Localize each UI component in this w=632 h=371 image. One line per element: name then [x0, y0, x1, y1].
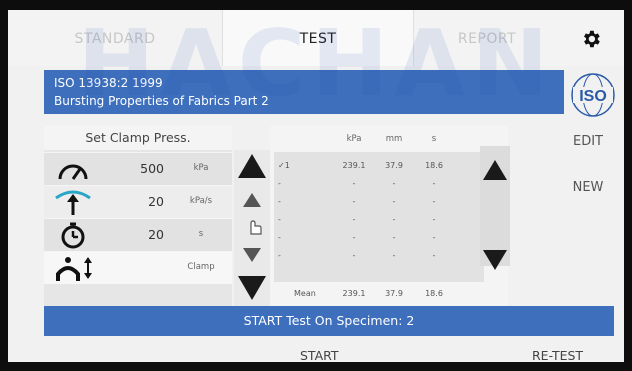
iso-logo: ISO: [571, 73, 615, 117]
adjust-arrows: [234, 150, 274, 306]
table-row[interactable]: - - - -: [274, 230, 484, 248]
clamp-icon: [56, 257, 92, 281]
table-row[interactable]: - - - -: [274, 194, 484, 212]
pressure-value[interactable]: 500: [114, 161, 164, 176]
standard-title-bar: ISO 13938:2 1999 Bursting Properties of …: [44, 70, 564, 114]
time-unit: s: [198, 229, 204, 239]
hand-pointer-icon[interactable]: [244, 216, 264, 236]
table-row[interactable]: - - - -: [274, 212, 484, 230]
col-header-s: s: [431, 134, 437, 144]
tab-test[interactable]: TEST: [222, 10, 414, 66]
param-row-clamp[interactable]: Clamp: [44, 251, 232, 284]
gauge-icon: [58, 164, 88, 180]
pressure-rate-icon: [55, 190, 91, 215]
new-button[interactable]: NEW: [556, 180, 620, 195]
table-row[interactable]: - - - -: [274, 248, 484, 266]
device-screen: STANDARD TEST REPORT ISO 13938:2 1999 Bu…: [8, 10, 624, 362]
rate-value[interactable]: 20: [114, 194, 164, 209]
tab-standard[interactable]: STANDARD: [8, 10, 222, 66]
gear-icon[interactable]: [580, 28, 602, 50]
param-row-pressure: 500 kPa: [44, 152, 232, 185]
col-header-mm: mm: [385, 134, 403, 144]
standard-code: ISO 13938:2 1999: [54, 76, 163, 90]
tab-bar: STANDARD TEST REPORT: [8, 10, 624, 66]
bezel-bottom: [0, 362, 632, 371]
col-header-kpa: kPa: [346, 134, 362, 144]
scroll-up-button[interactable]: [483, 160, 507, 180]
increase-fast-button[interactable]: [238, 154, 266, 178]
parameter-panel: Set Clamp Press. 500 kPa 20 kPa/s 20 s C…: [44, 126, 232, 312]
rate-unit: kPa/s: [189, 196, 213, 206]
start-button[interactable]: START: [300, 348, 339, 362]
table-row[interactable]: ✓1 239.1 37.9 18.6: [274, 158, 484, 176]
svg-text:ISO: ISO: [579, 88, 607, 105]
results-grid: ✓1 239.1 37.9 18.6 - - - - - - - - - - -: [274, 152, 484, 282]
decrease-fast-button[interactable]: [238, 276, 266, 300]
mean-row: Mean 239.1 37.9 18.6: [294, 289, 443, 298]
decrease-button[interactable]: [243, 248, 261, 262]
retest-button[interactable]: RE-TEST: [532, 348, 583, 362]
results-scrollbar[interactable]: [480, 146, 510, 270]
results-table: kPa mm s ✓1 239.1 37.9 18.6 - - - - - - …: [270, 126, 508, 312]
edit-button[interactable]: EDIT: [556, 134, 620, 149]
clamp-header: Set Clamp Press.: [44, 126, 232, 150]
increase-button[interactable]: [243, 193, 261, 207]
status-bar: START Test On Specimen: 2: [44, 306, 614, 336]
param-row-rate: 20 kPa/s: [44, 185, 232, 218]
clamp-label: Clamp: [187, 262, 215, 272]
pressure-unit: kPa: [193, 163, 209, 173]
time-value[interactable]: 20: [114, 227, 164, 242]
tab-report[interactable]: REPORT: [412, 10, 562, 66]
timer-icon: [61, 222, 85, 249]
standard-name: Bursting Properties of Fabrics Part 2: [54, 94, 269, 108]
scroll-down-button[interactable]: [483, 250, 507, 270]
table-row[interactable]: - - - -: [274, 176, 484, 194]
param-row-time: 20 s: [44, 218, 232, 251]
